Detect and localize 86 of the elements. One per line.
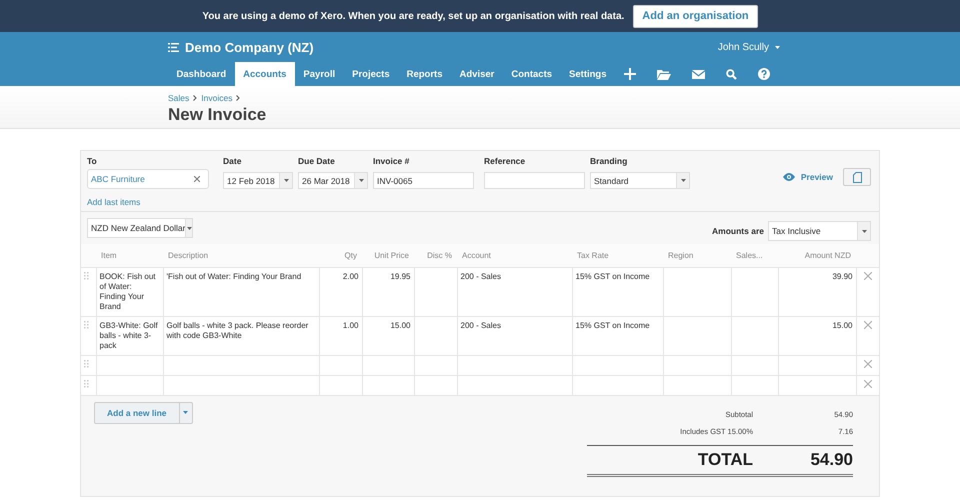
table-cell: 15% GST on Income bbox=[576, 272, 650, 280]
delete-icon[interactable] bbox=[864, 272, 872, 280]
field-label: To bbox=[87, 156, 98, 166]
table-cell: 15.00 bbox=[832, 320, 852, 330]
table-cell: 200 - Sales bbox=[460, 272, 501, 280]
caret-icon[interactable] bbox=[186, 226, 192, 230]
table-cell: BOOK: Fish out of Water: Finding Your Brand bbox=[100, 272, 156, 310]
invoice-number-field[interactable]: INV-0065 bbox=[373, 172, 474, 189]
column-header: Sales... bbox=[731, 244, 778, 267]
nav-tab[interactable]: Adviser bbox=[451, 62, 503, 86]
branding-dropdown[interactable]: Standard bbox=[590, 172, 690, 189]
nav-tab[interactable]: Dashboard bbox=[168, 62, 235, 86]
nav-tab[interactable]: Settings bbox=[560, 62, 616, 86]
nav-tab[interactable]: Projects bbox=[344, 62, 398, 86]
column-header: Account bbox=[457, 244, 572, 267]
table-cell: GB3-White: Golf balls - white 3-pack bbox=[100, 320, 158, 350]
table-cell: 15% GST on Income bbox=[576, 320, 650, 330]
table-cell: 200 - Sales bbox=[460, 320, 501, 330]
column-header: Item bbox=[96, 244, 163, 267]
search-icon[interactable] bbox=[726, 68, 738, 80]
chevron-icon bbox=[193, 95, 198, 101]
copy-button[interactable] bbox=[843, 168, 871, 186]
column-header: Tax Rate bbox=[572, 244, 663, 267]
due-date-field[interactable]: 26 Mar 2018 bbox=[298, 172, 368, 189]
table-cell: 39.90 bbox=[832, 272, 852, 280]
drag-handle-icon[interactable] bbox=[84, 272, 89, 280]
table-cell: 2.00 bbox=[342, 272, 358, 280]
column-header: Unit Price bbox=[362, 244, 414, 267]
table-cell: 15.00 bbox=[390, 320, 410, 330]
field-label: Branding bbox=[590, 156, 628, 166]
add-organisation-button[interactable]: Add an organisation bbox=[633, 4, 758, 28]
drag-handle-icon[interactable] bbox=[84, 320, 89, 328]
folder-icon[interactable] bbox=[657, 68, 672, 80]
currency-dropdown[interactable]: NZD New Zealand Dollar bbox=[87, 218, 193, 238]
total-label: TOTAL bbox=[698, 450, 753, 470]
delete-icon[interactable] bbox=[864, 360, 872, 368]
date-field[interactable]: 12 Feb 2018 bbox=[223, 172, 293, 189]
clear-icon[interactable] bbox=[194, 176, 200, 182]
caret-icon[interactable] bbox=[284, 179, 288, 182]
amounts-dropdown[interactable]: Tax Inclusive bbox=[768, 221, 871, 241]
table-cell: 'Fish out of Water: Finding Your Brand bbox=[166, 272, 302, 280]
add-last-items-link[interactable]: Add last items bbox=[87, 197, 140, 207]
menu-icon[interactable] bbox=[168, 42, 179, 52]
drag-handle-icon[interactable] bbox=[84, 360, 89, 368]
delete-icon[interactable] bbox=[864, 380, 872, 388]
company-name[interactable]: Demo Company (NZ) bbox=[185, 40, 314, 54]
caret-icon[interactable] bbox=[183, 411, 188, 414]
table-cell: Golf balls - white 3 pack. Please reorder with code GB3-White bbox=[166, 320, 308, 340]
amounts-are-label: Amounts are bbox=[712, 226, 764, 236]
caret-icon[interactable] bbox=[775, 46, 780, 48]
column-header: Amount NZD bbox=[778, 244, 856, 267]
contact-field[interactable]: ABC Furniture bbox=[87, 169, 209, 189]
page-title: New Invoice bbox=[168, 105, 268, 125]
drag-handle-icon[interactable] bbox=[84, 380, 89, 388]
column-header: Disc % bbox=[414, 244, 457, 267]
field-label: Invoice # bbox=[373, 156, 410, 166]
caret-icon[interactable] bbox=[358, 179, 364, 182]
caret-icon[interactable] bbox=[862, 230, 866, 232]
total-value: 54.90 bbox=[809, 450, 853, 470]
field-label: Due Date bbox=[298, 156, 336, 166]
reference-field[interactable] bbox=[484, 172, 585, 189]
help-icon[interactable] bbox=[758, 68, 770, 80]
add-line-button[interactable]: Add a new line bbox=[94, 402, 193, 424]
delete-icon[interactable] bbox=[864, 320, 872, 328]
demo-notice: You are using a demo of Xero. When you are ready, set up an organisation with real data. bbox=[202, 10, 624, 22]
nav-tab[interactable]: Payroll bbox=[294, 62, 344, 86]
eye-icon bbox=[782, 173, 795, 181]
table-cell: 1.00 bbox=[342, 320, 358, 330]
nav-tab[interactable]: Accounts bbox=[234, 62, 295, 86]
user-name[interactable]: John Scully bbox=[718, 42, 769, 52]
breadcrumb-link[interactable]: Sales bbox=[168, 93, 190, 103]
preview-link[interactable]: Preview bbox=[782, 172, 833, 182]
plus-icon[interactable] bbox=[624, 68, 636, 80]
breadcrumb-link[interactable]: Invoices bbox=[201, 93, 232, 103]
document-icon bbox=[852, 172, 862, 182]
table-cell: 19.95 bbox=[390, 272, 410, 280]
chevron-icon bbox=[236, 95, 240, 101]
column-header: Region bbox=[663, 244, 731, 267]
field-label: Date bbox=[223, 156, 242, 166]
nav-tab[interactable]: Contacts bbox=[502, 62, 561, 86]
envelope-icon[interactable] bbox=[692, 70, 706, 78]
column-header: Qty bbox=[319, 244, 362, 267]
column-header: Description bbox=[163, 244, 319, 267]
nav-tab[interactable]: Reports bbox=[398, 62, 452, 86]
caret-icon[interactable] bbox=[680, 179, 686, 182]
field-label: Reference bbox=[484, 156, 526, 166]
